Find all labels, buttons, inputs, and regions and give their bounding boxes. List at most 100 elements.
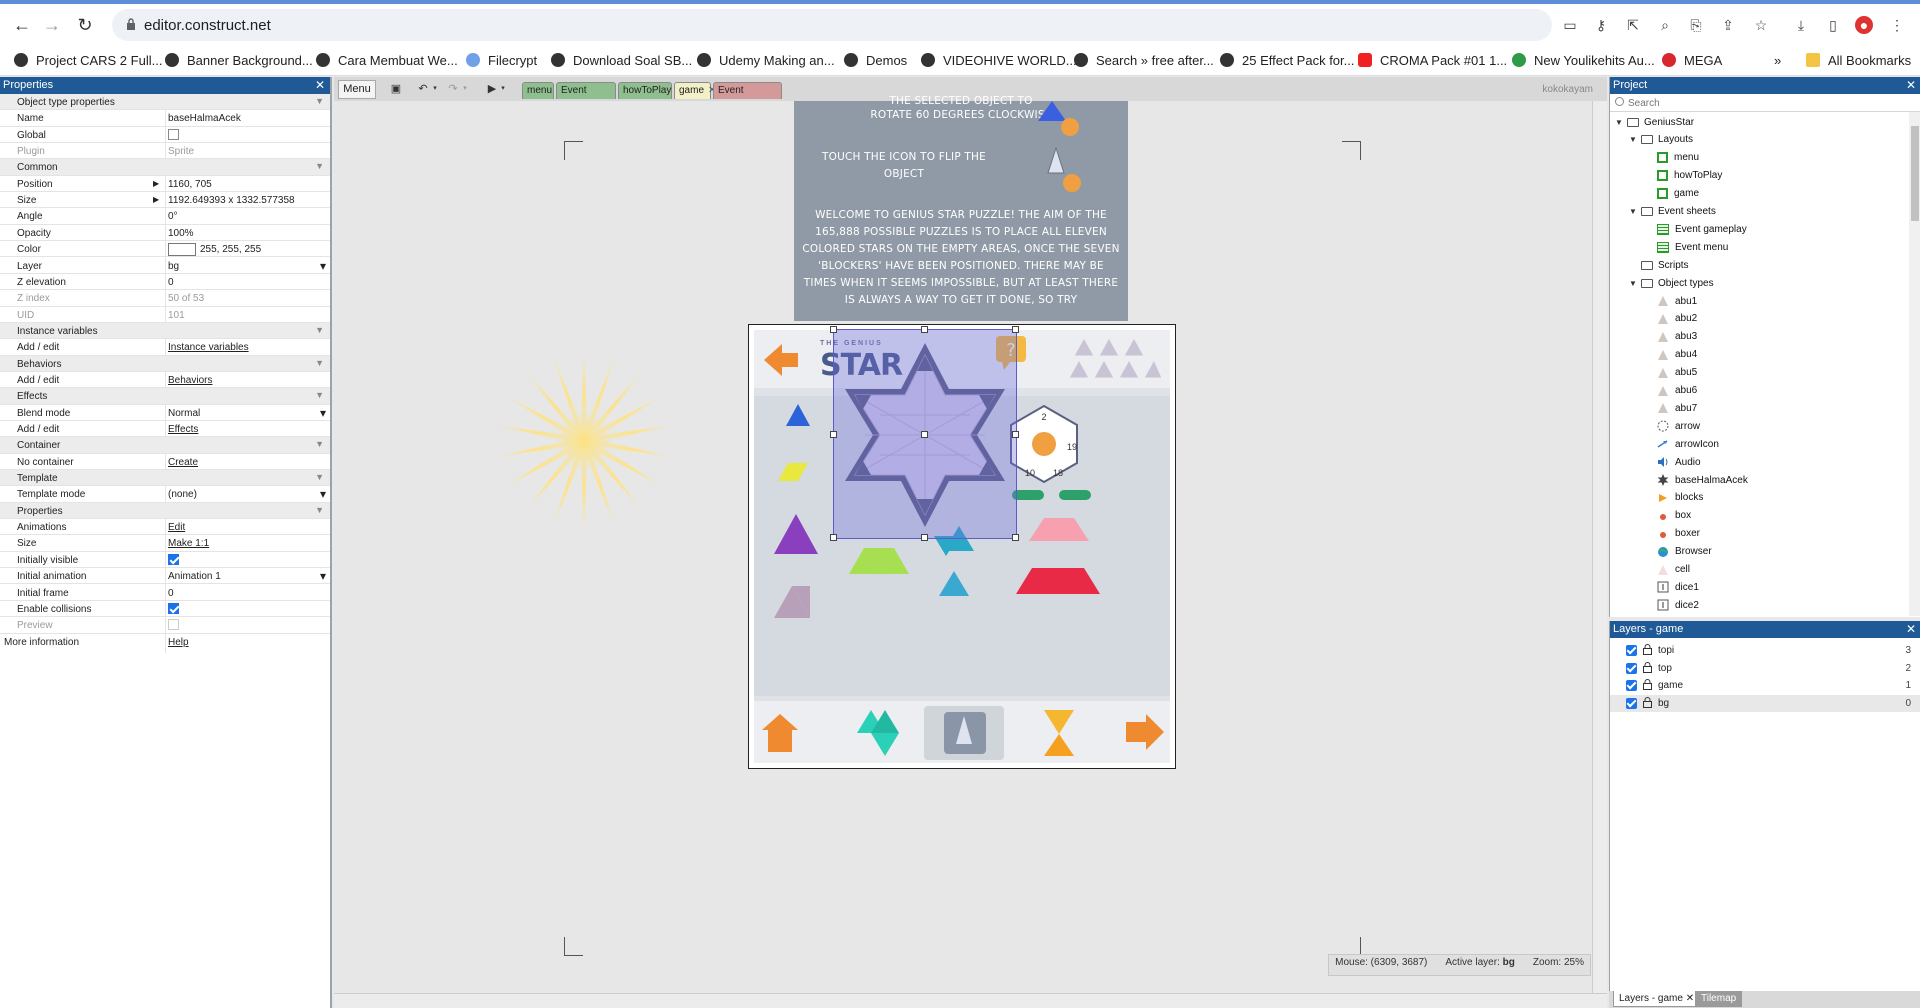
tab-menu[interactable]: menu✕ xyxy=(522,82,564,99)
project-scrollbar[interactable] xyxy=(1909,112,1920,616)
scroll-thumb[interactable] xyxy=(1911,126,1919,221)
bookmark-item[interactable]: Download Soal SB... xyxy=(551,50,692,70)
tree-object-item[interactable]: baseHalmaAcek xyxy=(1644,472,1748,488)
property-row[interactable]: No container Create xyxy=(0,453,330,473)
menu-button[interactable]: Menu xyxy=(338,80,376,99)
bookmark-item[interactable]: New Youlikehits Au... xyxy=(1512,50,1655,70)
property-row[interactable]: Position ▶ 1160, 705 xyxy=(0,175,330,195)
tree-object-item[interactable]: blocks xyxy=(1644,490,1703,506)
close-icon[interactable]: ✕ xyxy=(1686,993,1694,1004)
back-icon[interactable]: ← xyxy=(10,13,34,37)
tree-folder-layouts[interactable]: ▼ Layouts xyxy=(1628,132,1693,148)
sunburst-sprite[interactable] xyxy=(484,341,684,541)
property-row[interactable]: Color 255, 255, 255 xyxy=(0,241,330,261)
bookmark-item[interactable]: VIDEOHIVE WORLD... xyxy=(921,50,1077,70)
bookmark-item[interactable]: Project CARS 2 Full... xyxy=(14,50,162,70)
property-section[interactable]: Effects ▼ xyxy=(0,388,330,405)
search-input[interactable] xyxy=(1626,95,1910,111)
resize-handle[interactable] xyxy=(1012,534,1019,541)
clipboard-icon[interactable]: ▭ xyxy=(1561,16,1579,34)
property-value[interactable]: 0 xyxy=(168,588,174,599)
property-value[interactable]: 0° xyxy=(168,211,178,222)
expand-icon[interactable]: ▶ xyxy=(153,195,159,204)
key-icon[interactable]: ⚷ xyxy=(1592,16,1610,34)
dropdown-chevron-icon[interactable]: ▾ xyxy=(320,487,326,501)
download-icon[interactable]: ⤓ xyxy=(1792,16,1810,34)
next-arrow-icon[interactable] xyxy=(1124,712,1166,752)
visibility-checkbox[interactable] xyxy=(1626,697,1637,709)
layer-row[interactable]: top 2 xyxy=(1610,660,1920,677)
property-row[interactable]: UID 101 xyxy=(0,306,330,326)
bookmark-item[interactable]: Cara Membuat We... xyxy=(316,50,458,70)
bookmark-item[interactable]: 25 Effect Pack for... xyxy=(1220,50,1355,70)
tree-folder-object-types[interactable]: ▼ Object types xyxy=(1628,275,1714,291)
tree-object-item[interactable]: boxer xyxy=(1644,526,1700,542)
tab-game[interactable]: game✕ xyxy=(674,82,716,99)
tree-layout-item[interactable]: howToPlay xyxy=(1644,168,1722,184)
bookmark-item[interactable]: Filecrypt xyxy=(466,50,537,70)
more-bookmarks-icon[interactable]: » xyxy=(1774,50,1781,70)
tree-event-sheet-item[interactable]: Event gameplay xyxy=(1644,221,1747,237)
property-row[interactable]: Initial animation Animation 1 ▾ xyxy=(0,568,330,588)
checkbox[interactable] xyxy=(168,553,179,565)
sidepanel-icon[interactable]: ▯ xyxy=(1824,16,1842,34)
tree-root[interactable]: ▼ GeniusStar xyxy=(1614,114,1694,130)
undo-dropdown-icon[interactable]: ▾ xyxy=(426,81,444,97)
tree-object-item[interactable]: Audio xyxy=(1644,454,1701,470)
teal-piece-icon[interactable] xyxy=(849,708,909,758)
visibility-checkbox[interactable] xyxy=(1626,680,1637,692)
all-bookmarks[interactable]: All Bookmarks xyxy=(1806,50,1911,70)
expand-icon[interactable]: ▶ xyxy=(153,179,159,188)
property-link[interactable]: Make 1:1 xyxy=(168,538,209,549)
property-row[interactable]: Global xyxy=(0,126,330,146)
tree-object-item[interactable]: abu1 xyxy=(1644,293,1697,309)
tree-object-item[interactable]: abu3 xyxy=(1644,329,1697,345)
tree-object-item[interactable]: box xyxy=(1644,508,1691,524)
property-section[interactable]: Instance variables ▼ xyxy=(0,322,330,340)
property-row[interactable]: More information Help xyxy=(0,633,330,653)
lock-icon[interactable] xyxy=(1643,679,1652,691)
property-row[interactable]: Animations Edit xyxy=(0,519,330,539)
property-section[interactable]: Template ▼ xyxy=(0,470,330,487)
close-icon[interactable]: ✕ xyxy=(1906,77,1916,94)
forward-icon[interactable]: → xyxy=(40,13,64,37)
star-bookmark-icon[interactable]: ☆ xyxy=(1752,16,1770,34)
property-value[interactable]: 100% xyxy=(168,228,194,239)
resize-handle[interactable] xyxy=(1012,326,1019,333)
property-row[interactable]: Template mode (none) ▾ xyxy=(0,486,330,506)
dropdown-chevron-icon[interactable]: ▾ xyxy=(320,406,326,420)
bookmark-item[interactable]: CROMA Pack #01 1... xyxy=(1358,50,1507,70)
lock-icon[interactable] xyxy=(1643,696,1652,708)
tree-folder-event-sheets[interactable]: ▼ Event sheets xyxy=(1628,204,1716,220)
property-value[interactable]: 1192.649393 x 1332.577358 xyxy=(168,195,295,206)
collapse-icon[interactable]: ▼ xyxy=(315,439,324,449)
property-value[interactable]: Animation 1 xyxy=(168,571,221,582)
property-row[interactable]: Blend mode Normal ▾ xyxy=(0,404,330,424)
property-value[interactable]: 255, 255, 255 xyxy=(200,244,261,255)
property-section[interactable]: Common ▼ xyxy=(0,159,330,176)
property-row[interactable]: Layer bg ▾ xyxy=(0,257,330,277)
bookmark-item[interactable]: Search » free after... xyxy=(1074,50,1214,70)
property-section[interactable]: Behaviors ▼ xyxy=(0,355,330,372)
visibility-checkbox[interactable] xyxy=(1626,662,1637,674)
save-icon[interactable]: ▣ xyxy=(387,81,405,97)
open-external-icon[interactable]: ⇱ xyxy=(1624,16,1642,34)
property-value[interactable]: (none) xyxy=(168,489,197,500)
vertical-scrollbar[interactable] xyxy=(1592,101,1607,994)
layer-row[interactable]: game 1 xyxy=(1610,677,1920,694)
bookmark-item[interactable]: Demos xyxy=(844,50,907,70)
more-menu-icon[interactable]: ⋮ xyxy=(1888,16,1906,34)
tree-object-item[interactable]: abu4 xyxy=(1644,347,1697,363)
property-value[interactable]: 1160, 705 xyxy=(168,179,212,190)
tree-layout-item[interactable]: game xyxy=(1644,186,1699,202)
tab-tilemap[interactable]: Tilemap xyxy=(1695,991,1743,1007)
property-value[interactable]: 0 xyxy=(168,277,174,288)
property-link[interactable]: Edit xyxy=(168,522,185,533)
expand-toggle-icon[interactable]: ▼ xyxy=(1628,207,1638,216)
property-row[interactable]: Add / edit Instance variables xyxy=(0,339,330,359)
game-board-frame[interactable]: THE GENIUS STAR ? 2 19 18 10 xyxy=(748,324,1176,769)
redo-dropdown-icon[interactable]: ▾ xyxy=(456,81,474,97)
origin-handle[interactable] xyxy=(921,431,928,438)
close-icon[interactable]: ✕ xyxy=(315,77,325,94)
property-link[interactable]: Behaviors xyxy=(168,375,212,386)
